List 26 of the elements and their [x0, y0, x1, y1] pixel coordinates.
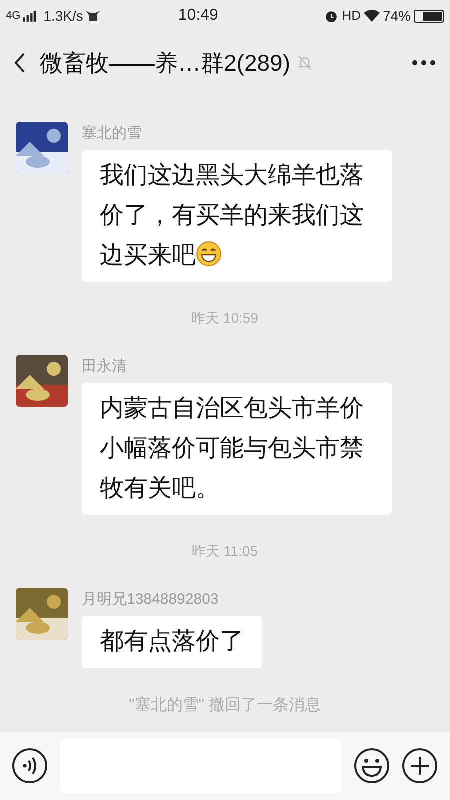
sender-name: 塞北的雪	[82, 124, 142, 144]
emoji-icon[interactable]	[354, 748, 390, 784]
timestamp: 昨天 10:59	[192, 309, 258, 328]
wifi-icon	[364, 10, 380, 22]
network-speed: 1.3K/s	[44, 6, 84, 26]
more-icon[interactable]	[412, 60, 436, 66]
voice-input-icon[interactable]	[12, 748, 48, 784]
clock-time: 10:49	[178, 6, 218, 26]
timestamp: 昨天 11:05	[192, 542, 258, 561]
alarm-clock-icon	[325, 10, 338, 22]
battery-percent: 74%	[382, 6, 411, 26]
message-bubble: 我们这边黑头大绵羊也落价了，有买羊的来我们这边买来吧	[82, 150, 392, 282]
message-bubble: 内蒙古自治区包头市羊价小幅落价可能与包头市禁牧有关吧。	[82, 383, 392, 515]
grinning-face-icon	[196, 241, 222, 267]
cow-head-icon	[86, 10, 100, 22]
chat-title: 微畜牧——养…群2(289)	[40, 48, 290, 78]
sender-name: 田永清	[82, 357, 127, 377]
signal-icon	[22, 10, 36, 22]
hd-label: HD	[342, 7, 361, 26]
network-label: 4G	[6, 8, 21, 24]
battery-icon	[414, 10, 444, 22]
sender-name: 月明兄13848892803	[82, 590, 219, 610]
message-bubble: 都有点落价了	[82, 616, 262, 668]
recall-notice: "塞北的雪" 撤回了一条消息	[129, 696, 321, 716]
back-icon[interactable]	[14, 53, 26, 73]
add-icon[interactable]	[402, 748, 438, 784]
